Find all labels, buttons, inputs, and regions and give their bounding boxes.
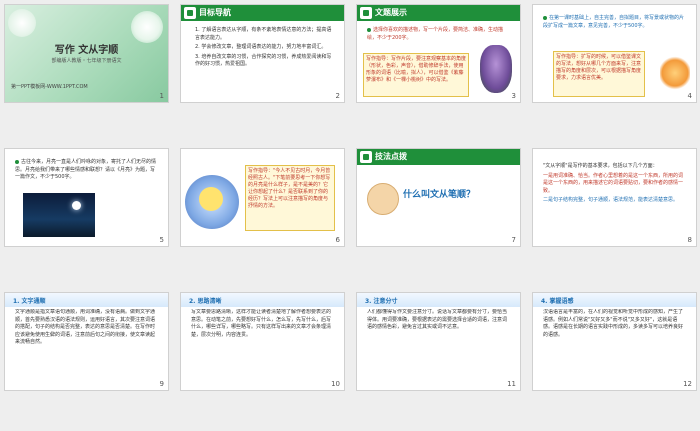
header-title: 技法点拨 (375, 152, 407, 161)
list-item: 二是句子结构完整，句子通顺，语法规范，能表达清楚意思。 (543, 197, 679, 203)
slide-number: 1 (159, 92, 164, 100)
slide-thumbnail-6[interactable]: 写作指导："今人不见古时月，今月曾经照古人。"下笔前要思考一下你想写的月亮是什么… (180, 148, 345, 247)
crescent-icon (199, 187, 223, 211)
list-item: 古往今来，月亮一直是人们吟咏的对象，寄托了人们无尽的情思。月亮给我们带来了哪些情… (15, 159, 157, 180)
slide-number: 4 (687, 92, 692, 100)
slide-body: 1. 了解语言表达从字顺，有条不紊地表情达意的方法；提高语言表达能力。 2. 学… (195, 27, 334, 69)
writing-guide-note: 写作指导："今人不见古时月，今月曾经照古人。"下笔前要思考一下你想写的月亮是什么… (245, 165, 335, 231)
wisteria-image (480, 45, 512, 93)
list-item: "文从字顺"是写作的基本要求，包括以下几个方面： (543, 163, 658, 169)
slide-header: 文题展示 (357, 5, 520, 21)
flower-decoration (131, 11, 163, 43)
slide-thumbnail-2[interactable]: 目标导航 1. 了解语言表达从字顺，有条不紊地表情达意的方法；提高语言表达能力。… (180, 4, 345, 103)
slide-body: "文从字顺"是写作的基本要求，包括以下几个方面： 一是用词准确、恰当。作者心里想… (543, 163, 686, 205)
slide-subtitle: 部编版人教版・七年级下册语文 (51, 58, 122, 64)
slide-thumbnail-11[interactable]: 3. 注意分寸 人们都懂得写作文要注意分寸。说话写文章都要有分寸，要恰当得体。用… (356, 292, 521, 391)
slide-thumbnail-9[interactable]: 1. 文字通顺 文字通顺是指文章语句通顺，用词准确，没有语病。做到文字通顺，首先… (4, 292, 169, 391)
bullet-icon (543, 15, 547, 20)
slide-body: 人们都懂得写作文要注意分寸。说话写文章都要有分寸，要恰当得体。用词要准确，要根据… (367, 309, 508, 330)
section-heading: 1. 文字通顺 (13, 298, 46, 305)
slide-number: 6 (335, 236, 340, 244)
slide-body: 写文章要思路清晰，这样才能让读者清楚地了解作者想要表达的意思。在动笔之前，先要想… (191, 309, 332, 338)
hamster-image (367, 183, 399, 215)
list-item: 1. 了解语言表达从字顺，有条不紊地表情达意的方法；提高语言表达能力。 (195, 27, 332, 41)
slide-number: 12 (683, 380, 692, 388)
slide-number: 10 (331, 380, 340, 388)
section-heading: 4. 掌握语感 (541, 298, 574, 305)
slide-thumbnail-3[interactable]: 文题展示 选择你喜欢的描述物，写一个片段，要简洁、准确，生动描绘，不少于200字… (356, 4, 521, 103)
slide-header: 目标导航 (181, 5, 344, 21)
slide-title: 写作 文从字顺 (54, 45, 119, 56)
slide-thumbnail-4[interactable]: 在第一课时基础上，自主完善，自拟题目，将写景或状物的片段扩写成一篇文章，意见完善… (532, 4, 697, 103)
slide-body: 古往今来，月亮一直是人们吟咏的对象，寄托了人们无尽的情思。月亮给我们带来了哪些情… (15, 159, 158, 182)
slide-body: 汉语语言是丰富的，在人们的视觉和听觉中形成的感知，产生了语感。例如人们常说"又好… (543, 309, 684, 338)
bullet-icon (367, 27, 371, 32)
slide-thumbnail-8[interactable]: "文从字顺"是写作的基本要求，包括以下几个方面： 一是用词准确、恰当。作者心里想… (532, 148, 697, 247)
slide-number: 2 (335, 92, 340, 100)
moon-icon (72, 201, 81, 210)
flower-decoration (8, 9, 36, 37)
list-item: 选择你喜欢的描述物，写一个片段，要简洁、准确，生动描绘，不少于200字。 (367, 27, 504, 41)
slide-thumbnail-5[interactable]: 古往今来，月亮一直是人们吟咏的对象，寄托了人们无尽的情思。月亮给我们带来了哪些情… (4, 148, 169, 247)
writing-guide-note: 写作指导：写作片段，要注意观察基本的角度（形状，色彩，声音），借助修辞手法，使用… (363, 53, 469, 97)
header-title: 文题展示 (375, 8, 407, 17)
list-item: 在第一课时基础上，自主完善，自拟题目，将写景或状物的片段扩写成一篇文章，意见完善… (543, 15, 685, 29)
slide-number: 9 (159, 380, 164, 388)
slide-header: 技法点拨 (357, 149, 520, 165)
lily-image (660, 55, 690, 91)
slide-body: 在第一课时基础上，自主完善，自拟题目，将写景或状物的片段扩写成一篇文章，意见完善… (543, 15, 686, 30)
slide-thumbnail-1[interactable]: 写作 文从字顺 部编版人教版・七年级下册语文 第一PPT模板网-WWW.1PPT… (4, 4, 169, 103)
bullet-icon (15, 159, 19, 164)
writing-guide-note: 写作指导：扩写的时候，可以借鉴课文的写法，想好从哪几个方面来写，注意描写的角度和… (553, 51, 645, 97)
slide-number: 5 (159, 236, 164, 244)
slide-thumbnail-7[interactable]: 技法点拨 什么叫文从笔顺？ 7 (356, 148, 521, 247)
section-icon (360, 7, 372, 19)
slide-thumbnail-12[interactable]: 4. 掌握语感 汉语语言是丰富的，在人们的视觉和听觉中形成的感知，产生了语感。例… (532, 292, 697, 391)
slide-thumbnail-10[interactable]: 2. 思路清晰 写文章要思路清晰，这样才能让读者清楚地了解作者想要表达的意思。在… (180, 292, 345, 391)
slide-number: 11 (507, 380, 516, 388)
header-title: 目标导航 (199, 8, 231, 17)
slide-body: 文字通顺是指文章语句通顺，用词准确，没有语病。做到文字通顺，首先要熟悉汉语的语法… (15, 309, 156, 345)
slide-number: 7 (511, 236, 516, 244)
slide-body: 选择你喜欢的描述物，写一个片段，要简洁、准确，生动描绘，不少于200字。 (367, 27, 508, 42)
section-icon (360, 151, 372, 163)
moonlit-night-image (23, 193, 95, 237)
slide-number: 8 (687, 236, 692, 244)
list-item: 一是用词准确、恰当。作者心里想着的是这一个东西，所用的词是这一个东西的，用来描述… (543, 172, 684, 194)
question-text: 什么叫文从笔顺？ (403, 190, 476, 200)
section-heading: 3. 注意分寸 (365, 298, 398, 305)
section-heading: 2. 思路清晰 (189, 298, 222, 305)
list-item: 3. 培养自改文章的习惯，合作探究的习惯，养成热爱阅读和写作的好习惯，热爱祖国。 (195, 53, 332, 68)
moon-cartoon-image (185, 175, 239, 229)
section-icon (184, 7, 196, 19)
slide-number: 3 (511, 92, 516, 100)
slide-sorter-grid: 写作 文从字顺 部编版人教版・七年级下册语文 第一PPT模板网-WWW.1PPT… (4, 4, 697, 427)
list-item: 2. 学会修改文章，整理词语表达的能力，努力地丰富词汇。 (195, 44, 327, 50)
slide-footer: 第一PPT模板网-WWW.1PPT.COM (11, 84, 88, 90)
